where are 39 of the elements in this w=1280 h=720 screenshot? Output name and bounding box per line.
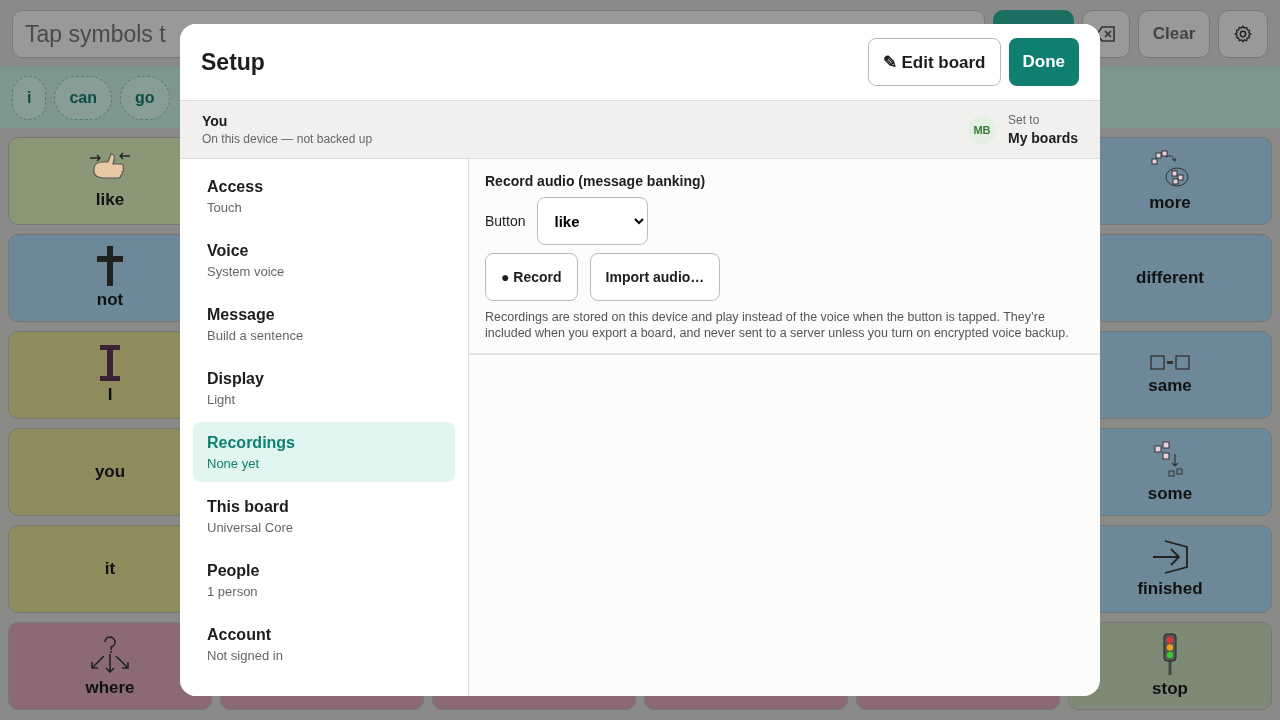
word-chip[interactable]: can (54, 75, 113, 120)
symbol-label: same (1148, 376, 1192, 396)
settings-button[interactable] (1218, 10, 1268, 58)
record-button[interactable]: ● Record (485, 253, 578, 301)
gear-icon (1233, 24, 1253, 44)
import-audio-button[interactable]: Import audio… (589, 253, 721, 301)
symbol-label: some (1147, 484, 1193, 504)
field-label: Button (485, 213, 526, 229)
settings-menu-item[interactable]: Recordings None yet (193, 422, 455, 482)
symbol-label: you (94, 462, 126, 482)
button-select[interactable]: like (537, 197, 649, 245)
symbol-label: stop (1152, 679, 1188, 699)
symbol-label: different (1136, 268, 1204, 288)
symbol-label: where (85, 678, 135, 698)
exit-arrow-icon (1151, 539, 1189, 575)
section-heading: Record audio (message banking) (485, 173, 707, 189)
profile-name: You (202, 113, 229, 129)
help-text: Recordings are stored on this device and play instead of the voice when the button is tapped. They’re included when you export a board, and never sent to a server unless you turn on encrypted voice backup. (485, 309, 1070, 341)
symbol-label: I (107, 385, 113, 405)
squares-icon (1150, 149, 1190, 189)
symbol-label: it (104, 559, 116, 579)
word-chip[interactable]: i (12, 75, 47, 120)
backspace-icon (1096, 26, 1116, 42)
symbol-label: not (96, 290, 124, 310)
symbol-label: more (1149, 193, 1191, 213)
squares-icon (1150, 354, 1190, 372)
traffic-light-icon (1163, 633, 1177, 675)
symbol-label: like (95, 190, 125, 210)
cross-icon (95, 246, 125, 286)
set-to-label: Set to (1008, 113, 1041, 127)
word-chip[interactable]: go (120, 75, 170, 120)
avatar: MB (968, 115, 996, 144)
arrows-icon (88, 634, 132, 674)
symbol-label: finished (1137, 579, 1203, 599)
clear-button[interactable]: Clear (1138, 10, 1210, 58)
edit-board-button[interactable]: ✎ Edit board (867, 38, 1001, 86)
i-beam-icon (100, 345, 120, 381)
done-button[interactable]: Done (1008, 38, 1079, 86)
dialog-title: Setup (201, 48, 266, 76)
